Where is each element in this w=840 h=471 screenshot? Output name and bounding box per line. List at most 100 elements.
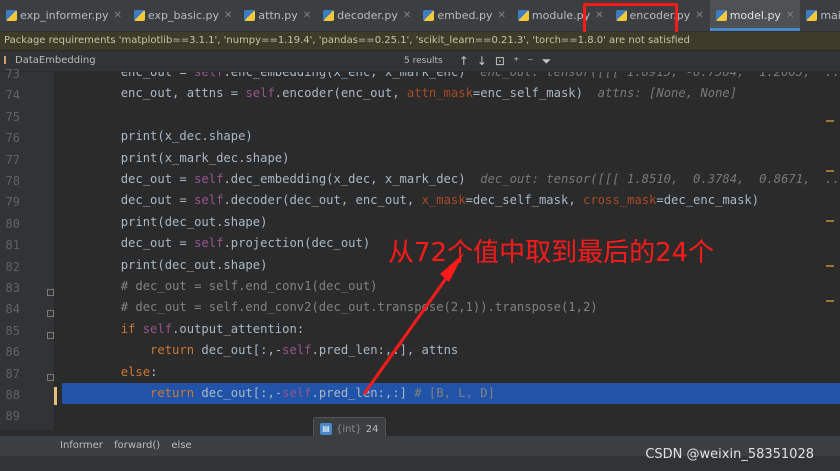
close-icon[interactable]: ✕ [695,10,703,21]
code-token: enc_out, attns = [62,86,246,101]
tab-label: main_informer.py [820,9,840,22]
python-file-icon [423,10,435,21]
code-token: print(dec_out.shape) [62,214,268,229]
code-line[interactable] [62,105,840,126]
python-file-icon [806,10,818,21]
code-token: print(x_dec.shape) [62,129,253,144]
code-line[interactable]: # dec_out = self.end_conv2(dec_out.trans… [62,297,840,318]
code-token: # [B, L, D] [414,386,495,400]
line-number[interactable]: 74 [0,88,20,102]
python-file-icon [133,10,145,21]
tab-label: exp_basic.py [147,9,220,22]
code-line[interactable]: print(dec_out.shape) [62,212,840,233]
fold-icon[interactable] [47,289,54,296]
line-number[interactable]: 88 [0,388,20,402]
tab-main-informer[interactable]: main_informer.py✕ [800,0,840,31]
annotation-text: 从72个值中取到最后的24个 [388,238,715,268]
code-line[interactable]: enc_out = self.enc_embedding(x_enc, x_ma… [62,72,840,83]
close-icon[interactable]: ✕ [114,10,122,21]
python-file-icon [517,10,529,21]
line-number[interactable]: 81 [0,238,20,252]
code-token: attn_mask [406,86,473,101]
code-token: dec_out = [62,236,195,251]
line-number[interactable]: 85 [0,324,20,338]
close-icon[interactable]: ✕ [403,10,411,21]
tooltip-type: {int} [336,423,362,435]
tab-attn[interactable]: attn.py ✕ [238,0,317,31]
scrollbar-marker[interactable] [826,170,834,172]
code-line[interactable]: # dec_out = self.end_conv1(dec_out) [62,276,840,297]
code-token: =dec_self_mask, [465,193,583,208]
close-icon[interactable]: ✕ [498,10,506,21]
select-all-icon[interactable]: ⊡ [495,51,505,71]
code-token: self [245,86,275,101]
code-token: self [194,172,224,186]
line-number[interactable]: 89 [0,409,20,423]
code-line[interactable]: print(x_dec.shape) [62,126,840,147]
line-number[interactable]: 86 [0,345,20,359]
scrollbar-marker[interactable] [826,120,834,122]
fold-icon[interactable] [47,310,54,317]
tab-embed[interactable]: embed.py ✕ [417,0,512,31]
code-line[interactable]: enc_out, attns = self.encoder(enc_out, a… [62,83,840,104]
line-number[interactable]: 75 [0,110,20,124]
close-icon[interactable]: ✕ [303,10,311,21]
code-line[interactable]: print(x_mark_dec.shape) [62,148,840,169]
add-selection-icon[interactable]: ⁺ [513,51,519,71]
code-line[interactable]: return dec_out[:,-self.pred_len:,:], att… [62,340,840,361]
scrollbar-marker[interactable] [826,220,834,222]
fold-icon[interactable] [47,374,54,381]
code-token: .dec_embedding(x_dec, x_mark_dec) [223,172,481,186]
code-token: # dec_out = self.end_conv1(dec_out) [62,279,378,293]
code-line[interactable] [62,404,840,425]
line-number[interactable]: 83 [0,281,20,295]
line-number[interactable]: 79 [0,195,20,209]
tab-exp-basic[interactable]: exp_basic.py ✕ [128,0,239,31]
line-number[interactable]: 73 [0,67,20,81]
code-token: .output_attention: [172,321,305,336]
code-token: .decoder(dec_out, enc_out, [223,193,422,208]
code-token: if [62,321,143,336]
current-execution-line[interactable]: return dec_out[:,-self.pred_len:,:] # [B… [62,383,840,404]
remove-selection-icon[interactable]: ⁻ [527,51,533,71]
line-number-gutter[interactable]: 73 74 75 76 77 78 79 80 81 82 83 84 85 86 87 88 89 [0,67,54,430]
banner-text: Package requirements 'matplotlib==3.1.1'… [4,35,690,46]
close-icon[interactable]: ✕ [224,10,232,21]
footer-crumb-class[interactable]: Informer [60,440,103,451]
code-token: self [194,72,224,79]
footer-crumb-method[interactable]: forward() [114,440,160,451]
watermark: CSDN @weixin_58351028 [645,447,814,462]
scrollbar-marker[interactable] [826,265,834,267]
tooltip-value: 24 [365,423,379,435]
tab-label: model.py [729,9,781,22]
line-number[interactable]: 76 [0,131,20,145]
arrow-down-icon[interactable]: ↓ [477,51,487,71]
breadcrumb-class[interactable]: DataEmbedding [15,55,96,66]
code-line[interactable]: else: [62,362,840,383]
code-token: dec_out[:,- [201,386,283,400]
code-token: dec_out = [62,193,195,208]
code-line[interactable]: dec_out = self.decoder(dec_out, enc_out,… [62,190,840,211]
line-number[interactable]: 78 [0,174,20,188]
close-icon[interactable]: ✕ [786,10,794,21]
tab-model[interactable]: model.py ✕ [709,0,801,31]
code-token: .encoder(enc_out, [274,86,407,101]
code-token: # dec_out = self.end_conv2(dec_out.trans… [62,300,598,315]
line-number[interactable]: 87 [0,367,20,381]
footer-crumb-block[interactable]: else [171,440,191,451]
tab-exp-informer[interactable]: exp_informer.py ✕ [0,0,128,31]
line-number[interactable]: 82 [0,260,20,274]
editor-tab-bar: exp_informer.py ✕ exp_basic.py ✕ attn.py ✕ … [0,0,840,32]
scrollbar-marker[interactable] [826,300,834,302]
line-number[interactable]: 84 [0,302,20,316]
python-file-icon [715,10,727,21]
line-number[interactable]: 80 [0,217,20,231]
arrow-up-icon[interactable]: ↑ [459,51,469,71]
fold-icon[interactable] [47,332,54,339]
code-line[interactable]: if self.output_attention: [62,319,840,340]
tab-decoder[interactable]: decoder.py ✕ [317,0,417,31]
line-number[interactable]: 77 [0,153,20,167]
python-file-icon [244,10,256,21]
code-line[interactable]: dec_out = self.dec_embedding(x_dec, x_ma… [62,169,840,190]
filter-icon[interactable]: ⏷ [542,51,552,71]
